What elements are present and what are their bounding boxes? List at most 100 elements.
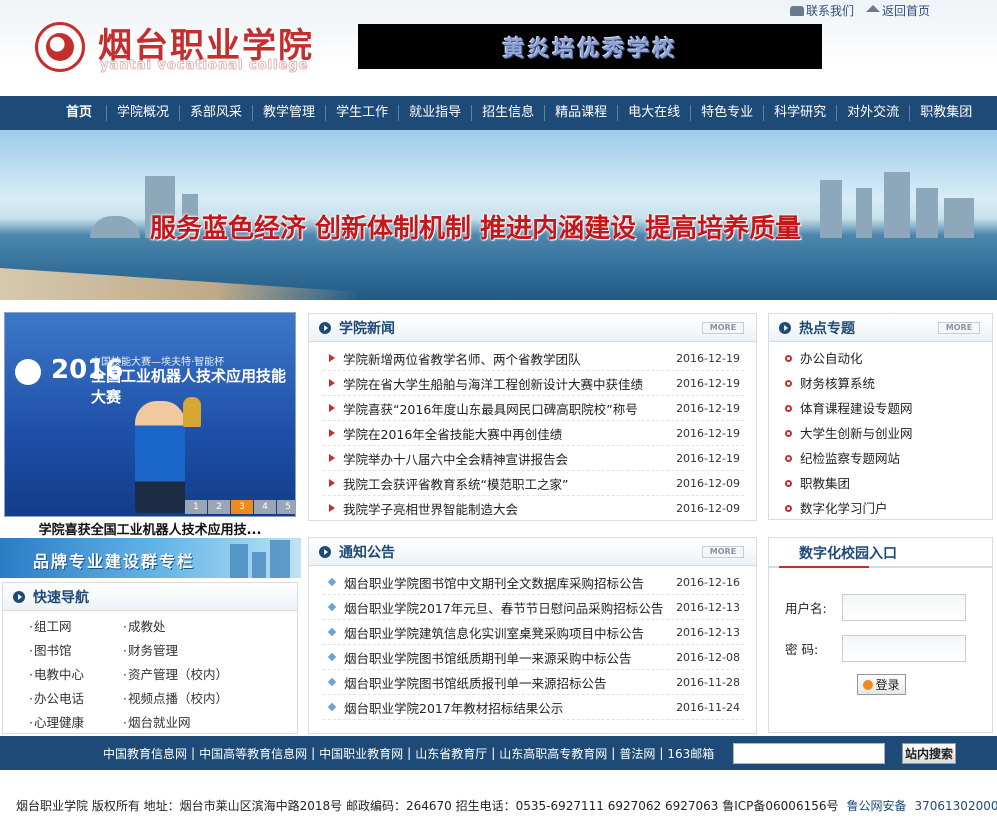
notice-title[interactable]: 烟台职业学院图书馆中文期刊全文数据库采购招标公告 bbox=[344, 573, 644, 592]
slide-dot[interactable]: 4 bbox=[254, 500, 276, 514]
college-emblem-icon[interactable] bbox=[35, 22, 85, 72]
news-title[interactable]: 我院工会获评省教育系统“模范职工之家” bbox=[343, 474, 568, 493]
site-search-button[interactable]: 站内搜索 bbox=[902, 743, 956, 764]
news-title[interactable]: 学院在2016年全省技能大赛中再创佳绩 bbox=[343, 424, 562, 443]
red-arrow-icon bbox=[329, 354, 335, 362]
nav-item-research[interactable]: 科学研究 bbox=[764, 96, 836, 130]
hot-topic-link[interactable]: 大学生创新与创业网 bbox=[785, 421, 992, 446]
brand-majors-banner[interactable]: 品牌专业建设群专栏 bbox=[0, 538, 301, 578]
list-item[interactable]: 烟台职业学院2017年教材招标结果公示 2016-11-24 bbox=[323, 695, 744, 720]
list-item[interactable]: 我院学子亮相世界智能制造大会 2016-12-09 bbox=[323, 496, 744, 521]
notices-list: 烟台职业学院图书馆中文期刊全文数据库采购招标公告 2016-12-16 烟台职业学… bbox=[309, 566, 756, 720]
friend-link[interactable]: 山东省教育厅 bbox=[415, 745, 487, 762]
login-button[interactable]: 登录 bbox=[857, 674, 906, 695]
more-button[interactable]: MORE bbox=[938, 322, 980, 334]
quick-link[interactable]: 组工网 bbox=[29, 615, 123, 639]
list-item[interactable]: 烟台职业学院图书馆中文期刊全文数据库采购招标公告 2016-12-16 bbox=[323, 570, 744, 595]
hot-topic-link[interactable]: 办公自动化 bbox=[785, 346, 992, 371]
username-input[interactable] bbox=[842, 594, 966, 621]
header-banner[interactable]: 黄炎培优秀学校 bbox=[358, 24, 822, 69]
hero-banner: 服务蓝色经济 创新体制机制 推进内涵建设 提高培养质量 bbox=[0, 130, 997, 300]
slide-caption[interactable]: 学院喜获全国工业机器人技术应用技... bbox=[4, 519, 296, 538]
nav-item-courses[interactable]: 精品课程 bbox=[545, 96, 617, 130]
list-item[interactable]: 烟台职业学院建筑信息化实训室桌凳采购项目中标公告 2016-12-13 bbox=[323, 620, 744, 645]
logo-subtitle: yantai vocational college bbox=[100, 58, 309, 74]
college-news-title[interactable]: 学院新闻 bbox=[339, 318, 395, 338]
slide-dot-active[interactable]: 3 bbox=[231, 500, 253, 514]
nav-item-exchange[interactable]: 对外交流 bbox=[837, 96, 909, 130]
friend-link[interactable]: 中国职业教育网 bbox=[319, 745, 403, 762]
list-item[interactable]: 学院新增两位省教学名师、两个省教学团队 2016-12-19 bbox=[323, 346, 744, 371]
ring-bullet-icon bbox=[785, 430, 792, 437]
nav-item-employment[interactable]: 就业指导 bbox=[399, 96, 471, 130]
friend-link[interactable]: 普法网 bbox=[619, 745, 655, 762]
friend-link[interactable]: 山东高职高专教育网 bbox=[499, 745, 607, 762]
notice-title[interactable]: 烟台职业学院图书馆纸质报刊单一来源招标公告 bbox=[344, 673, 607, 692]
hot-topic-link[interactable]: 体育课程建设专题网 bbox=[785, 396, 992, 421]
nav-item-majors[interactable]: 特色专业 bbox=[691, 96, 763, 130]
notice-title[interactable]: 烟台职业学院2017年元旦、春节节日慰问品采购招标公告 bbox=[344, 598, 663, 617]
list-item[interactable]: 学院在省大学生船舶与海洋工程创新设计大赛中获佳绩 2016-12-19 bbox=[323, 371, 744, 396]
quick-link[interactable]: 视频点播（校内） bbox=[123, 687, 273, 711]
notice-title[interactable]: 烟台职业学院建筑信息化实训室桌凳采购项目中标公告 bbox=[344, 623, 644, 642]
quick-link[interactable]: 图书馆 bbox=[29, 639, 123, 663]
list-item[interactable]: 烟台职业学院2017年元旦、春节节日慰问品采购招标公告 2016-12-13 bbox=[323, 595, 744, 620]
quick-link[interactable]: 成教处 bbox=[123, 615, 273, 639]
quick-link[interactable]: 财务管理 bbox=[123, 639, 273, 663]
slide-dot[interactable]: 2 bbox=[208, 500, 230, 514]
notice-title[interactable]: 烟台职业学院图书馆纸质期刊单一来源采购中标公告 bbox=[344, 648, 632, 667]
news-title[interactable]: 学院喜获“2016年度山东最具网民口碑高职院校”称号 bbox=[343, 399, 638, 418]
hot-topics-title[interactable]: 热点专题 bbox=[799, 318, 855, 338]
nav-item-group[interactable]: 职教集团 bbox=[910, 96, 982, 130]
password-input[interactable] bbox=[842, 635, 966, 662]
shoreline bbox=[0, 268, 360, 300]
slide-dot[interactable]: 5 bbox=[277, 500, 295, 514]
news-title[interactable]: 我院学子亮相世界智能制造大会 bbox=[343, 499, 518, 518]
home-link[interactable]: 返回首页 bbox=[866, 2, 930, 19]
hot-topic-link[interactable]: 财务核算系统 bbox=[785, 371, 992, 396]
quick-link[interactable]: 资产管理（校内） bbox=[123, 663, 273, 687]
friend-link[interactable]: 163邮箱 bbox=[667, 745, 714, 762]
friend-link[interactable]: 中国教育信息网 bbox=[103, 745, 187, 762]
nav-item-departments[interactable]: 系部风采 bbox=[180, 96, 252, 130]
news-title[interactable]: 学院举办十八届六中全会精神宣讲报告会 bbox=[343, 449, 568, 468]
more-button[interactable]: MORE bbox=[702, 322, 744, 334]
list-item[interactable]: 我院工会获评省教育系统“模范职工之家” 2016-12-09 bbox=[323, 471, 744, 496]
list-item[interactable]: 学院在2016年全省技能大赛中再创佳绩 2016-12-19 bbox=[323, 421, 744, 446]
slide-dot[interactable]: 1 bbox=[185, 500, 207, 514]
quick-link[interactable]: 心理健康 bbox=[29, 711, 123, 735]
quick-link[interactable]: 办公电话 bbox=[29, 687, 123, 711]
site-search-input[interactable] bbox=[733, 743, 885, 764]
news-title[interactable]: 学院在省大学生船舶与海洋工程创新设计大赛中获佳绩 bbox=[343, 374, 643, 393]
nav-item-online[interactable]: 电大在线 bbox=[618, 96, 690, 130]
news-slideshow[interactable]: 2016 中国技能大赛—埃夫特·智能杯 全国工业机器人技术应用技能大赛 1 2 … bbox=[4, 312, 296, 517]
nav-item-overview[interactable]: 学院概况 bbox=[107, 96, 179, 130]
nav-item-students[interactable]: 学生工作 bbox=[326, 96, 398, 130]
hot-topic-link[interactable]: 职教集团 bbox=[785, 471, 992, 496]
list-item[interactable]: 学院举办十八届六中全会精神宣讲报告会 2016-12-19 bbox=[323, 446, 744, 471]
diamond-bullet-icon bbox=[327, 577, 337, 587]
hot-topic-link[interactable]: 数字化学习门户 bbox=[785, 496, 992, 521]
list-item[interactable]: 烟台职业学院图书馆纸质报刊单一来源招标公告 2016-11-28 bbox=[323, 670, 744, 695]
nav-item-home[interactable]: 首页 bbox=[52, 96, 106, 130]
notices-title[interactable]: 通知公告 bbox=[339, 542, 395, 562]
list-item[interactable]: 烟台职业学院图书馆纸质期刊单一来源采购中标公告 2016-12-08 bbox=[323, 645, 744, 670]
notice-date: 2016-12-16 bbox=[676, 575, 740, 589]
more-button[interactable]: MORE bbox=[702, 546, 744, 558]
quick-link[interactable]: 电教中心 bbox=[29, 663, 123, 687]
main-nav: 首页 学院概况 系部风采 教学管理 学生工作 就业指导 招生信息 精品课程 电大… bbox=[0, 96, 997, 130]
list-item[interactable]: 学院喜获“2016年度山东最具网民口碑高职院校”称号 2016-12-19 bbox=[323, 396, 744, 421]
hot-topic-link[interactable]: 纪检监察专题网站 bbox=[785, 446, 992, 471]
friend-link[interactable]: 中国高等教育信息网 bbox=[199, 745, 307, 762]
skyline-building bbox=[884, 172, 910, 238]
red-arrow-icon bbox=[329, 504, 335, 512]
notice-title[interactable]: 烟台职业学院2017年教材招标结果公示 bbox=[344, 698, 563, 717]
nav-item-teaching[interactable]: 教学管理 bbox=[253, 96, 325, 130]
quick-link[interactable]: 烟台就业网 bbox=[123, 711, 273, 735]
news-date: 2016-12-19 bbox=[676, 401, 740, 415]
contact-link[interactable]: 联系我们 bbox=[790, 2, 854, 19]
police-record-link[interactable]: 鲁公网安备 bbox=[846, 797, 906, 814]
banner-building bbox=[270, 540, 290, 578]
nav-item-admissions[interactable]: 招生信息 bbox=[472, 96, 544, 130]
news-title[interactable]: 学院新增两位省教学名师、两个省教学团队 bbox=[343, 349, 581, 368]
